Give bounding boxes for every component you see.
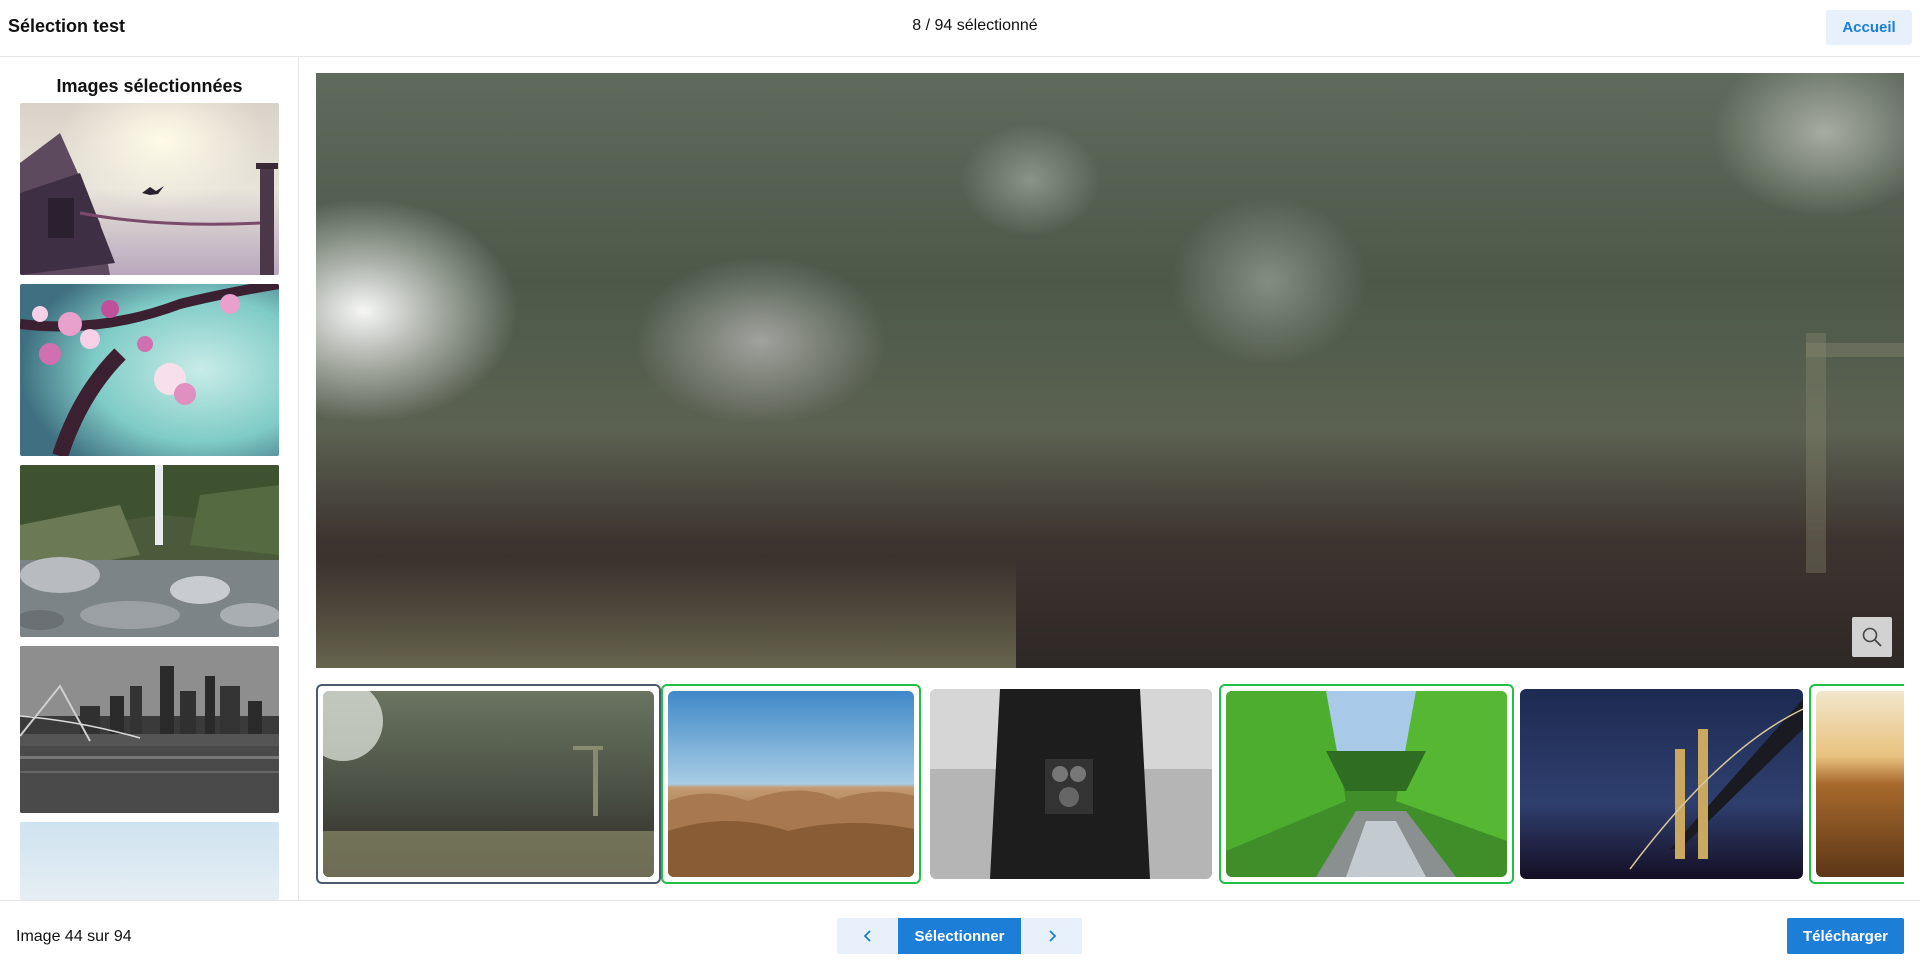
- city-bridge-image: [20, 646, 279, 813]
- filmstrip-item[interactable]: [1809, 684, 1904, 884]
- previous-button[interactable]: [837, 918, 898, 954]
- forest-path-thumbnail: [323, 691, 654, 877]
- desert-hills-thumbnail: [668, 691, 914, 877]
- home-button[interactable]: Accueil: [1826, 10, 1912, 45]
- sidebar-thumbnail[interactable]: [20, 465, 279, 637]
- filmstrip: [316, 684, 1904, 884]
- image-counter: Image 44 sur 94: [16, 928, 132, 945]
- bottom-bar: Image 44 sur 94 Sélectionner Télécharger: [0, 900, 1920, 960]
- sidebar-thumbnail[interactable]: [20, 822, 279, 900]
- zoom-button[interactable]: [1852, 617, 1892, 657]
- filmstrip-item[interactable]: [930, 684, 1212, 884]
- download-button[interactable]: Télécharger: [1787, 918, 1904, 954]
- top-bar: Sélection test 8 / 94 sélectionné Accuei…: [0, 0, 1920, 57]
- chevron-right-icon: [1048, 930, 1056, 942]
- sidebar-thumbnail[interactable]: [20, 646, 279, 813]
- filmstrip-item[interactable]: [316, 684, 661, 884]
- viewer-grass: [316, 558, 1016, 668]
- golden-field-thumbnail: [1816, 691, 1904, 877]
- forest-valley-thumbnail: [1226, 691, 1507, 877]
- camera-person-thumbnail: [930, 689, 1212, 879]
- magnifier-icon: [1862, 627, 1882, 647]
- night-bridge-thumbnail: [1520, 689, 1803, 879]
- waterfall-image: [20, 465, 279, 637]
- filmstrip-item[interactable]: [661, 684, 921, 884]
- filmstrip-item[interactable]: [1219, 684, 1514, 884]
- sidebar-thumbnail[interactable]: [20, 103, 279, 275]
- viewer-fence-post: [1806, 333, 1826, 573]
- select-button[interactable]: Sélectionner: [898, 918, 1021, 954]
- chevron-left-icon: [863, 930, 871, 942]
- selection-count: 8 / 94 sélectionné: [912, 17, 1038, 34]
- sky-image: [20, 822, 279, 900]
- viewer-fence-rail: [1806, 343, 1904, 357]
- boat-image: [20, 103, 279, 275]
- filmstrip-item[interactable]: [1520, 684, 1803, 884]
- main-image-viewer: [316, 73, 1904, 668]
- selected-images-sidebar: Images sélectionnées: [0, 57, 299, 900]
- blossom-image: [20, 284, 279, 456]
- sidebar-thumbnail[interactable]: [20, 284, 279, 456]
- sidebar-title: Images sélectionnées: [56, 76, 243, 96]
- next-button[interactable]: [1021, 918, 1082, 954]
